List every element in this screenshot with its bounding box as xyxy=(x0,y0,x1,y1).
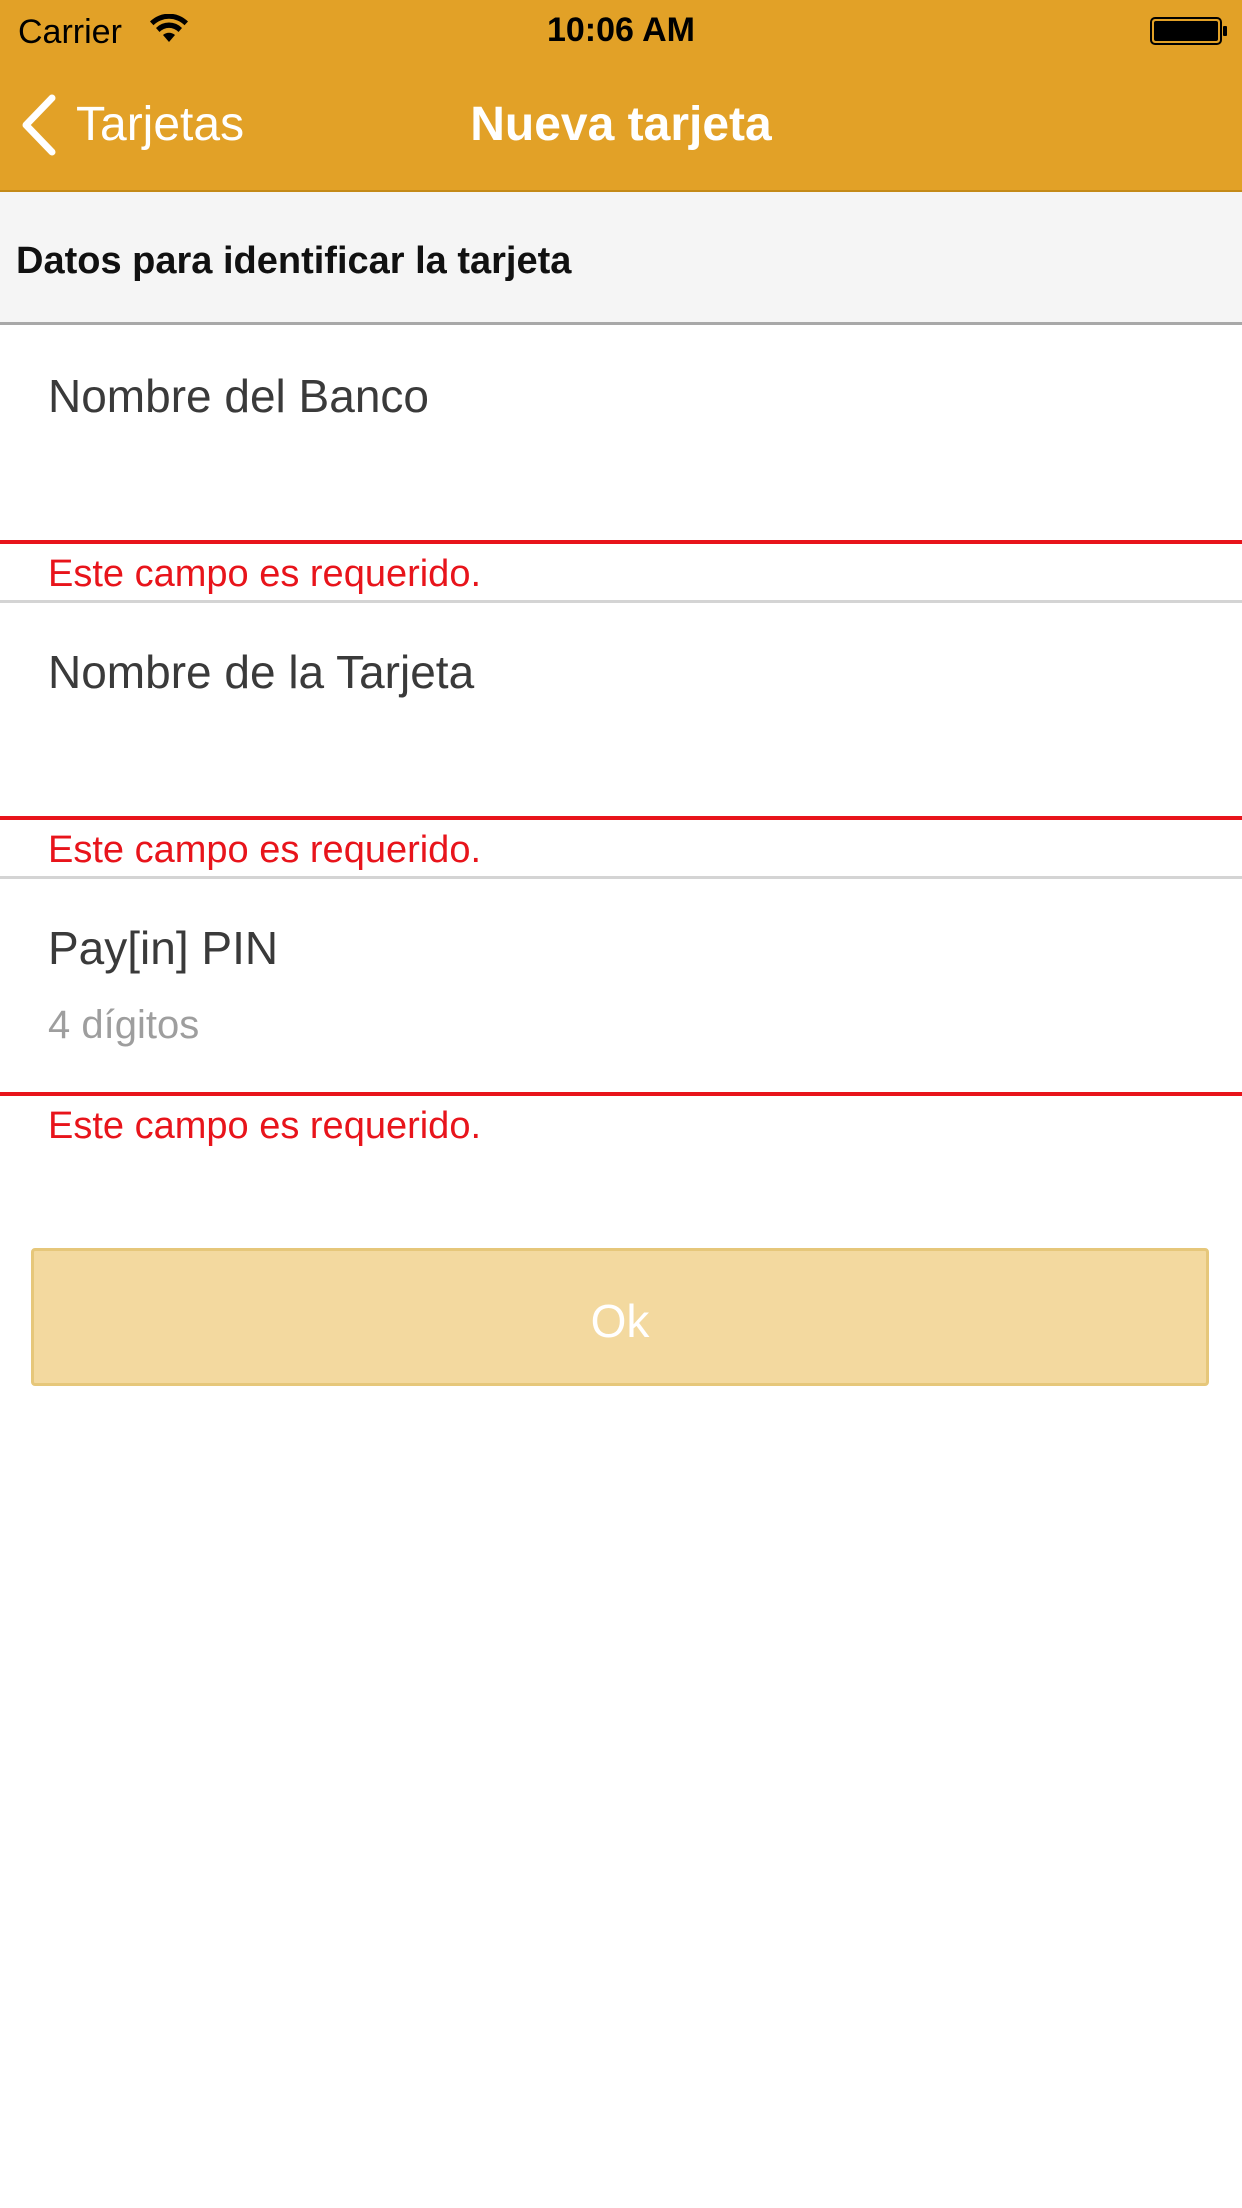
pin-field: Pay[in] PIN 4 dígitos xyxy=(0,880,1242,1096)
ok-button[interactable]: Ok xyxy=(31,1248,1209,1386)
back-button-label: Tarjetas xyxy=(76,98,245,151)
card-name-label: Nombre de la Tarjeta xyxy=(48,646,475,698)
bank-name-input[interactable] xyxy=(0,328,1242,544)
status-time: 10:06 AM xyxy=(546,11,696,49)
card-name-input[interactable] xyxy=(0,604,1242,820)
battery-icon xyxy=(1150,17,1227,45)
section-header: Datos para identificar la tarjeta xyxy=(0,192,1242,325)
section-title: Datos para identificar la tarjeta xyxy=(16,240,572,282)
pin-input[interactable] xyxy=(0,880,1242,1096)
back-button[interactable]: Tarjetas xyxy=(18,90,244,160)
chevron-left-icon xyxy=(22,94,56,156)
pin-label: Pay[in] PIN xyxy=(48,922,279,974)
bank-name-label: Nombre del Banco xyxy=(48,370,429,422)
divider xyxy=(0,600,1242,603)
status-bar: Carrier 10:06 AM xyxy=(0,0,1242,60)
navigation-bar: Tarjetas Nueva tarjeta xyxy=(0,60,1242,192)
bank-name-field: Nombre del Banco xyxy=(0,328,1242,544)
card-name-field: Nombre de la Tarjeta xyxy=(0,604,1242,820)
pin-error: Este campo es requerido. xyxy=(48,1105,482,1147)
pin-placeholder: 4 dígitos xyxy=(48,1003,200,1047)
bank-name-error: Este campo es requerido. xyxy=(48,553,482,595)
card-name-error: Este campo es requerido. xyxy=(48,829,482,871)
divider xyxy=(0,876,1242,879)
